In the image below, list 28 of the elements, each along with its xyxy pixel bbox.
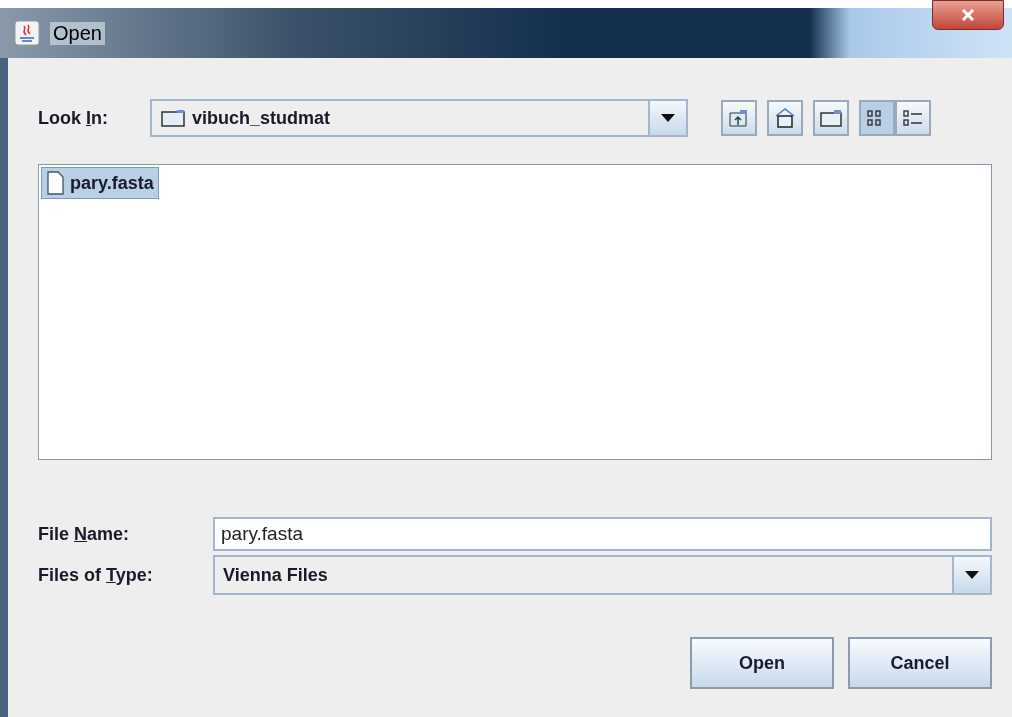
list-view-button[interactable] (859, 100, 895, 136)
file-name-label: File Name: (38, 523, 131, 545)
open-button[interactable]: Open (690, 637, 834, 689)
folder-up-icon (728, 108, 750, 128)
close-icon (961, 9, 975, 21)
file-icon (46, 171, 64, 195)
file-type-value: Vienna Files (223, 564, 328, 586)
details-view-icon (902, 108, 924, 128)
home-button[interactable] (767, 100, 803, 136)
folder-name: vibuch_studmat (192, 107, 331, 129)
dropdown-arrow-icon (661, 114, 675, 122)
cancel-button[interactable]: Cancel (848, 637, 992, 689)
window-title: Open (50, 21, 105, 45)
file-name-field[interactable]: pary.fasta (213, 517, 992, 551)
look-in-dropdown[interactable]: vibuch_studmat (150, 99, 688, 137)
new-folder-button[interactable] (813, 100, 849, 136)
details-view-button[interactable] (895, 100, 931, 136)
folder-icon (819, 108, 843, 128)
app-icon (14, 20, 40, 46)
dropdown-arrow-icon (965, 571, 979, 579)
close-button[interactable] (932, 0, 1004, 30)
folder-icon (160, 108, 186, 128)
file-item[interactable]: pary.fasta (41, 167, 159, 199)
file-type-label: Files of Type: (38, 564, 154, 586)
look-in-label: Look In: (38, 107, 109, 129)
file-type-dropdown[interactable]: Vienna Files (213, 555, 992, 595)
up-folder-button[interactable] (721, 100, 757, 136)
home-icon (774, 107, 796, 129)
